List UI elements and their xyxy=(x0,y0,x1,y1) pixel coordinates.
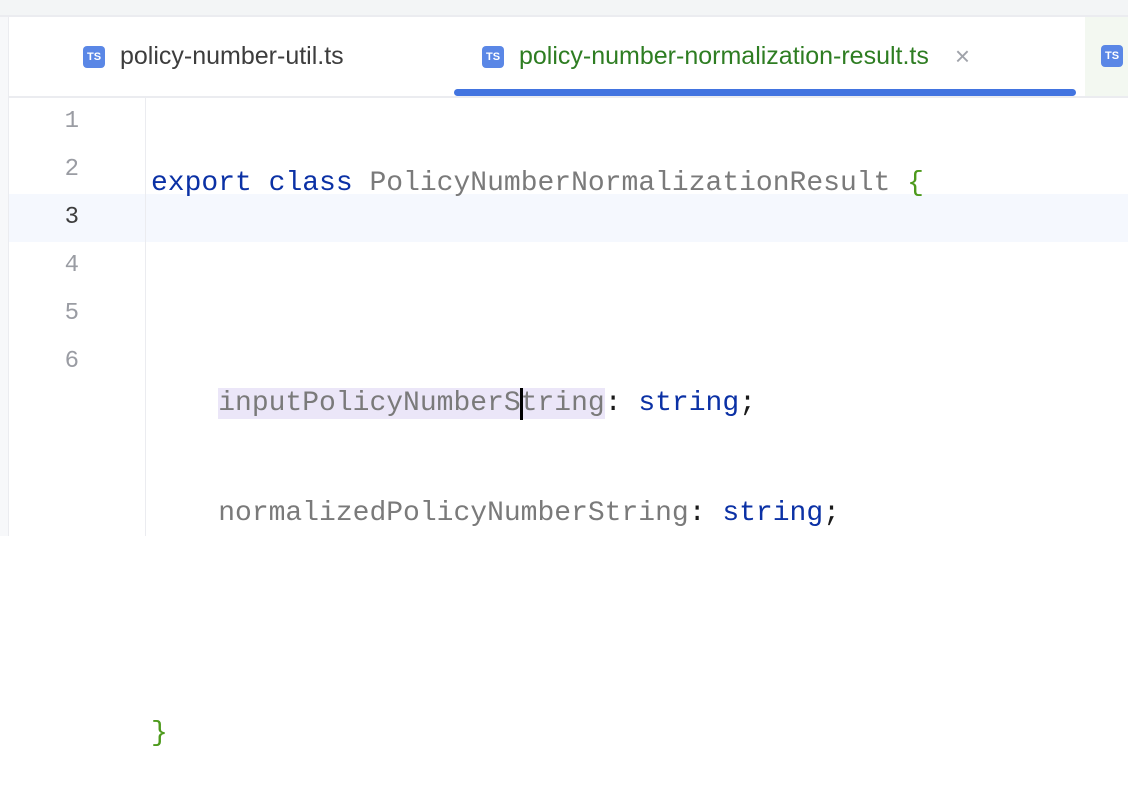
semicolon: ; xyxy=(739,388,756,419)
type: string xyxy=(722,498,824,529)
side-strip xyxy=(0,17,9,536)
line-number: 3 xyxy=(64,204,79,231)
tab-policy-number-normalization-result[interactable]: TS policy-number-normalization-result.ts… xyxy=(482,17,970,96)
line-number: 5 xyxy=(64,300,79,327)
colon: : xyxy=(688,498,706,529)
editor-tab-bar: TS policy-number-util.ts TS policy-numbe… xyxy=(9,17,1128,98)
brace: { xyxy=(907,168,924,199)
line-number: 4 xyxy=(64,252,79,279)
tab-label: policy-number-normalization-result.ts xyxy=(519,42,929,70)
text-caret xyxy=(520,388,523,420)
close-tab-icon[interactable]: × xyxy=(955,41,970,72)
class-name: PolicyNumberNormalizationResult xyxy=(369,168,891,199)
code-line: } xyxy=(151,710,924,758)
type: string xyxy=(638,388,740,419)
code-editor[interactable]: export class PolicyNumberNormalizationRe… xyxy=(151,98,924,789)
tab-label: policy-number-util.ts xyxy=(120,42,344,70)
field-name-highlighted: inputPolicyNumberString xyxy=(218,388,605,419)
ts-file-icon: TS xyxy=(83,45,105,68)
line-number: 2 xyxy=(64,156,79,183)
keyword: export xyxy=(151,168,252,199)
field-name: normalizedPolicyNumberString xyxy=(218,498,689,529)
title-bar xyxy=(0,0,1128,17)
semicolon: ; xyxy=(823,498,840,529)
code-line: export class PolicyNumberNormalizationRe… xyxy=(151,160,924,208)
code-line: inputPolicyNumberString: string; xyxy=(151,380,924,428)
ts-test-file-icon: TS xyxy=(1101,45,1123,67)
colon: : xyxy=(604,388,622,419)
tab-policy-number-util[interactable]: TS policy-number-util.ts xyxy=(83,17,344,96)
tab-test-file[interactable]: TS xyxy=(1085,17,1128,96)
line-number: 6 xyxy=(64,348,79,375)
ts-file-icon: TS xyxy=(482,45,504,68)
brace: } xyxy=(151,718,168,749)
code-line: normalizedPolicyNumberString: string; xyxy=(151,490,924,538)
active-tab-indicator xyxy=(454,89,1076,96)
keyword: class xyxy=(268,168,353,199)
line-number-gutter: 1 2 3 4 5 6 xyxy=(9,98,146,536)
line-number: 1 xyxy=(64,108,79,135)
